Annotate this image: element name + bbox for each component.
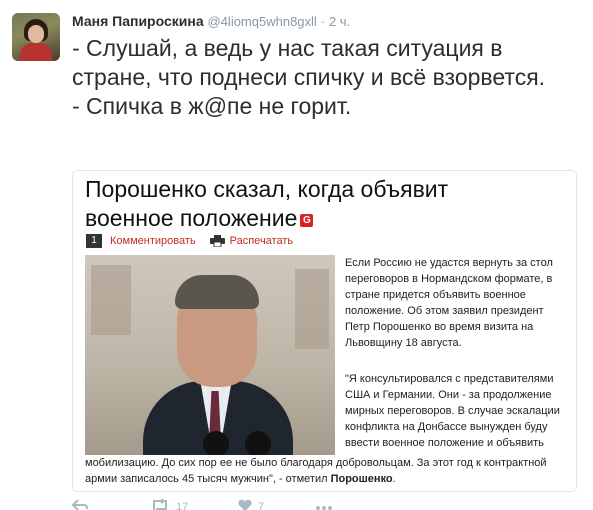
card-title-text: Порошенко сказал, когда объявит военное …	[85, 176, 449, 231]
reply-button[interactable]	[71, 498, 88, 510]
microphone	[245, 431, 271, 455]
like-button[interactable]: 7	[238, 498, 264, 510]
author-handle[interactable]: @4liomq5whn8gxll	[208, 14, 317, 29]
quote-text: мобилизацию. До сих пор ее не было благо…	[85, 457, 547, 485]
tweet-text: - Слушай, а ведь у нас такая ситуация в …	[72, 34, 582, 121]
source-badge: G	[300, 214, 314, 227]
article-quote-continued: мобилизацию. До сих пор ее не было благо…	[85, 455, 569, 487]
printer-icon	[209, 235, 225, 248]
retweet-button[interactable]: 17	[150, 498, 188, 510]
quote-name: Порошенко	[330, 473, 393, 485]
avatar-dress	[20, 43, 52, 61]
microphone	[203, 431, 229, 455]
like-count: 7	[258, 501, 265, 510]
tweet-header: Маня Папироскина @4liomq5whn8gxll · 2 ч.	[72, 13, 350, 29]
article-photo	[85, 255, 335, 455]
comment-count: 1	[86, 234, 102, 248]
print-link[interactable]: Распечатать	[230, 235, 293, 247]
retweet-icon	[150, 498, 170, 510]
comment-link[interactable]: Комментировать	[110, 235, 196, 247]
reply-icon	[71, 498, 88, 510]
tweet-text-line: - Слушай, а ведь у нас такая ситуация в …	[72, 35, 546, 90]
more-button[interactable]	[316, 498, 332, 510]
more-icon	[316, 498, 332, 510]
card-actions: 1 Комментировать Распечатать	[86, 234, 293, 248]
photo-hair	[175, 275, 259, 309]
separator: ·	[320, 14, 326, 29]
tweet-actions: 17 7	[71, 498, 472, 510]
avatar[interactable]	[12, 13, 60, 61]
like-icon	[238, 498, 252, 510]
article-quote: "Я консультировался с представителями СШ…	[345, 373, 560, 449]
tweet-text-line: - Спичка в ж@пе не горит.	[72, 93, 352, 119]
photo-window	[91, 265, 131, 335]
author-name[interactable]: Маня Папироскина	[72, 13, 204, 29]
tweet-time[interactable]: 2 ч.	[329, 14, 350, 29]
photo-window	[295, 269, 329, 349]
retweet-count: 17	[176, 501, 189, 510]
avatar-face	[28, 25, 44, 43]
link-card[interactable]: Порошенко сказал, когда объявит военное …	[72, 170, 577, 492]
article-paragraph: Если Россию не удастся вернуть за стол п…	[345, 257, 553, 349]
quote-end: .	[392, 473, 396, 485]
card-title[interactable]: Порошенко сказал, когда объявит военное …	[85, 175, 505, 233]
